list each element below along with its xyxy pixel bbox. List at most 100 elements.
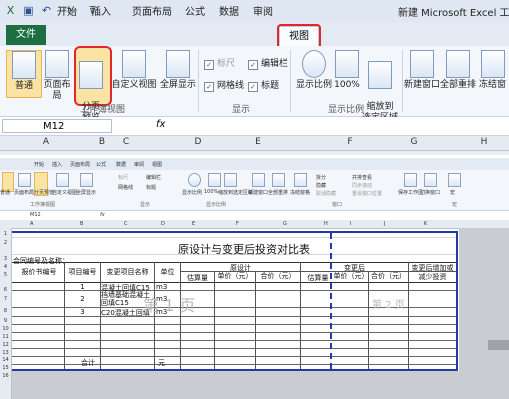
small-tab-home[interactable]: 开始 [34,161,44,168]
custom-views-button[interactable]: 自定义视图 [108,50,160,91]
small-zoom-100-icon[interactable] [208,173,221,187]
small-headings[interactable]: 标题 [146,184,156,191]
page-break-line[interactable] [330,233,332,369]
small-side-by-side[interactable]: 并排查看 [352,174,372,181]
print-area-right[interactable] [456,231,458,371]
small-freeze-icon[interactable] [294,173,307,187]
tab-home[interactable]: 开始 [52,4,82,22]
small-sync-scroll[interactable]: 同步滚动 [352,182,372,189]
small-split[interactable]: 拆分 [316,174,326,181]
new-window-button[interactable]: 新建窗口 [404,50,440,91]
small-ruler[interactable]: 标尺 [118,174,128,181]
page-layout-view-button[interactable]: 页面布局 [40,50,74,102]
small-tab-view[interactable]: 视图 [152,161,162,168]
small-name-box[interactable]: M12 [30,212,41,218]
ruler-checkbox[interactable]: ✓ 标尺 [204,58,235,70]
col-header[interactable]: I [350,221,351,227]
col-header[interactable]: C [116,137,136,147]
row-header[interactable]: 4 [0,264,11,270]
row2-item[interactable]: 2 [65,295,100,303]
row-header[interactable]: 14 [0,357,11,363]
small-tab-insert[interactable]: 插入 [52,161,62,168]
headings-checkbox[interactable]: ✓ 标题 [248,80,279,92]
col-header[interactable]: B [80,221,83,227]
col-header[interactable]: H [474,137,494,147]
row1-item[interactable]: 1 [65,283,100,291]
col-header[interactable]: C [124,221,128,227]
small-zoom-icon[interactable] [188,173,201,187]
small-page-layout-icon[interactable] [18,173,31,187]
formula-bar-checkbox[interactable]: ✓ 编辑栏 [248,58,288,70]
small-custom-views-icon[interactable] [56,173,69,187]
zoom-100-button[interactable]: 100% [334,50,360,91]
small-zoom-selection-icon[interactable] [224,173,237,187]
tab-file[interactable]: 文件 [6,25,46,45]
row-header[interactable]: 13 [0,350,11,356]
small-fx-button[interactable]: fx [100,212,105,218]
col-header[interactable]: B [92,137,112,147]
small-full-screen-icon[interactable] [80,173,93,187]
row-header[interactable]: 3 [0,256,11,262]
zoom-selection-button[interactable]: 缩放到 选定区域 [360,50,400,124]
freeze-panes-icon [480,50,505,78]
name-box[interactable]: M12 [2,119,112,133]
print-area-top[interactable] [12,231,458,233]
col-header[interactable]: H [324,221,328,227]
row-header[interactable]: 1 [0,231,11,237]
col-header[interactable]: A [36,137,56,147]
row-header[interactable]: 16 [0,373,11,379]
small-tab-data[interactable]: 数据 [116,161,126,168]
col-header[interactable]: E [192,221,195,227]
col-header[interactable]: D [161,221,165,227]
row-header[interactable]: 15 [0,365,11,371]
col-header[interactable]: F [340,137,360,147]
tab-formulas[interactable]: 公式 [180,4,210,22]
row-header[interactable]: 11 [0,334,11,340]
arrange-all-button[interactable]: 全部重排 [440,50,476,91]
small-formula-bar[interactable]: 编辑栏 [146,174,161,181]
small-tab-formulas[interactable]: 公式 [96,161,106,168]
row1-unit[interactable]: m3 [156,283,167,291]
col-header[interactable]: D [188,137,208,147]
row3-item[interactable]: 3 [65,308,100,316]
full-screen-button[interactable]: 全屏显示 [160,50,196,91]
small-tab-page-layout[interactable]: 页面布局 [70,161,90,168]
row-header[interactable]: 12 [0,342,11,348]
freeze-panes-button[interactable]: 冻结窗 [476,50,509,91]
col-header[interactable]: E [248,137,268,147]
zoom-button[interactable]: 显示比例 [294,50,334,91]
tab-page-layout[interactable]: 页面布局 [124,4,180,22]
row-header[interactable]: 9 [0,318,11,324]
tab-insert[interactable]: 插入 [86,4,116,22]
gridlines-checkbox[interactable]: ✓ 网格线 [204,80,244,92]
small-unhide[interactable]: 取消隐藏 [316,190,336,197]
col-header[interactable]: A [30,221,33,227]
print-area-bottom[interactable] [12,369,458,371]
col-header[interactable]: F [236,221,239,227]
small-arrange-icon[interactable] [272,173,285,187]
row-header[interactable]: 8 [0,308,11,314]
save-icon[interactable]: ▣ [22,4,35,17]
small-gridlines[interactable]: 网格线 [118,184,133,191]
small-switch-window-icon[interactable] [424,173,437,187]
small-label: 冻结窗格 [290,190,311,196]
row-header[interactable]: 7 [0,296,11,302]
row-header[interactable]: 10 [0,326,11,332]
row-header[interactable]: 2 [0,240,11,246]
col-header[interactable]: G [283,221,287,227]
tab-review[interactable]: 审阅 [248,4,278,22]
small-macro-icon[interactable] [448,173,461,187]
col-header[interactable]: G [404,137,424,147]
small-hide[interactable]: 隐藏 [316,182,326,189]
col-header[interactable]: J [384,221,385,227]
row-header[interactable]: 5 [0,272,11,278]
small-new-window-icon[interactable] [252,173,265,187]
col-header[interactable]: K [424,221,427,227]
small-save-workspace-icon[interactable] [404,173,417,187]
small-tab-review[interactable]: 审阅 [134,161,144,168]
small-reset-window[interactable]: 重设窗口位置 [352,190,382,197]
fx-button[interactable]: fx [156,119,165,130]
row-header[interactable]: 6 [0,287,11,293]
tab-data[interactable]: 数据 [214,4,244,22]
normal-view-button[interactable]: 普通 [6,50,42,98]
